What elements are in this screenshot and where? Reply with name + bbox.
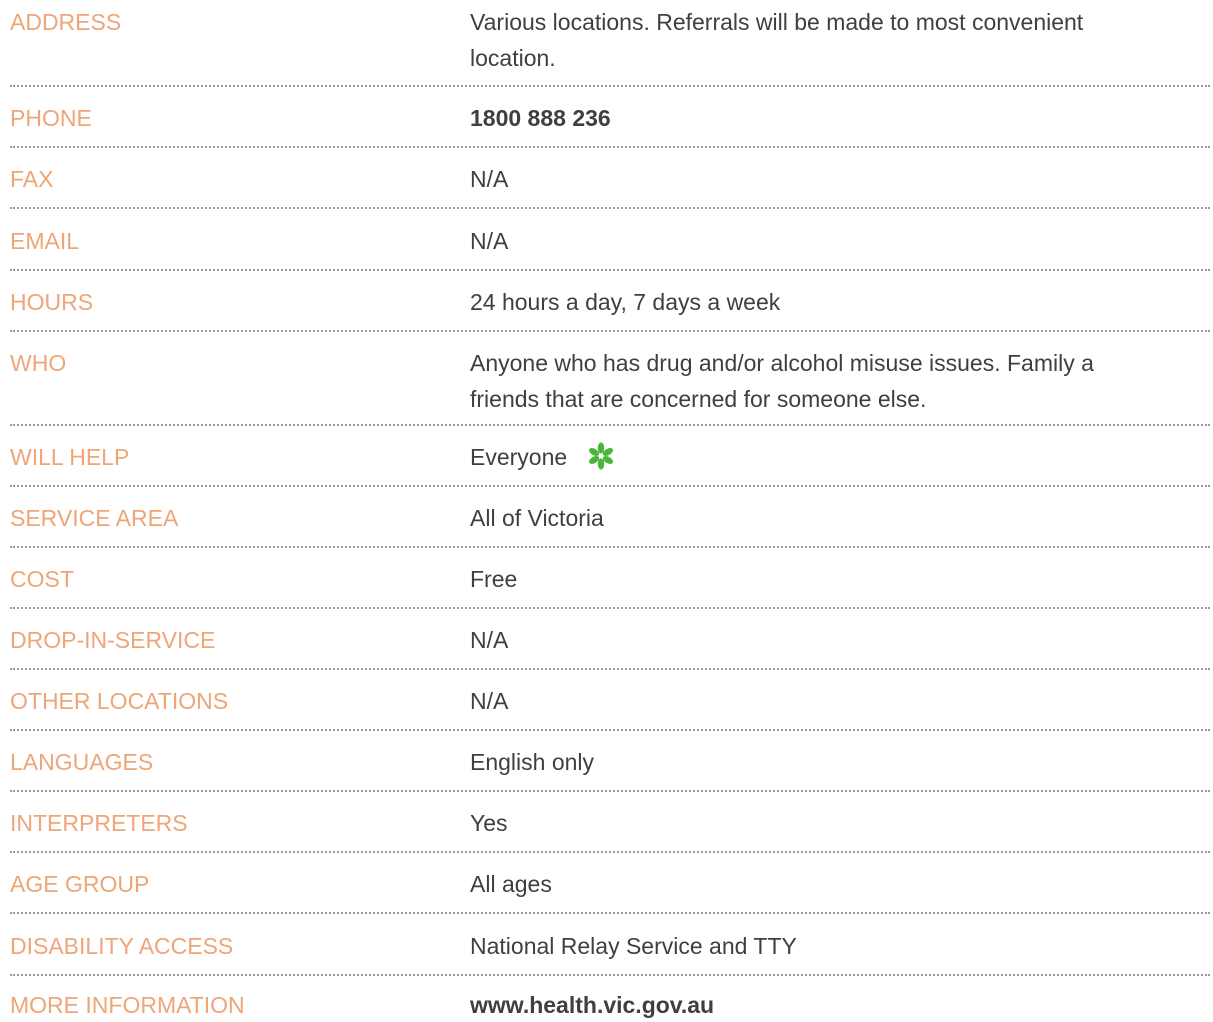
divider <box>10 485 1210 487</box>
divider <box>10 330 1210 332</box>
divider <box>10 269 1210 271</box>
divider <box>10 974 1210 976</box>
website-link[interactable]: www.health.vic.gov.au <box>470 988 1213 1022</box>
label-interpreters: INTERPRETERS <box>10 810 188 836</box>
label-age-group: AGE GROUP <box>10 871 150 897</box>
label-will-help: WILL HELP <box>10 444 130 470</box>
label-email: EMAIL <box>10 228 80 254</box>
label-languages: LANGUAGES <box>10 749 154 775</box>
label-hours: HOURS <box>10 289 94 315</box>
divider <box>10 790 1210 792</box>
service-info-table: ADDRESS Various locations. Referrals wil… <box>0 0 1213 1018</box>
value-will-help: Everyone <box>470 440 1213 474</box>
label-cost: COST <box>10 566 74 592</box>
value-address: Various locations. Referrals will be mad… <box>470 9 1084 35</box>
divider <box>10 85 1210 87</box>
value-drop-in-service: N/A <box>470 627 509 653</box>
divider <box>10 424 1210 426</box>
label-phone: PHONE <box>10 105 92 131</box>
value-who-line2: friends that are concerned for someone e… <box>470 386 927 412</box>
label-service-area: SERVICE AREA <box>10 505 179 531</box>
label-more-information: MORE INFORMATION <box>10 992 245 1018</box>
divider <box>10 851 1210 853</box>
label-drop-in-service: DROP-IN-SERVICE <box>10 627 216 653</box>
value-age-group: All ages <box>470 871 552 897</box>
value-interpreters: Yes <box>470 810 508 836</box>
label-disability-access: DISABILITY ACCESS <box>10 933 234 959</box>
value-email: N/A <box>470 228 509 254</box>
label-address: ADDRESS <box>10 9 122 35</box>
divider <box>10 207 1210 209</box>
value-languages: English only <box>470 749 595 775</box>
divider <box>10 607 1210 609</box>
divider <box>10 546 1210 548</box>
value-address-line2: location. <box>470 45 556 71</box>
label-fax: FAX <box>10 166 54 192</box>
value-disability-access: National Relay Service and TTY <box>470 933 797 959</box>
value-who: Anyone who has drug and/or alcohol misus… <box>470 350 1094 376</box>
flower-icon <box>589 442 614 470</box>
value-phone: 1800 888 236 <box>470 105 611 131</box>
value-cost: Free <box>470 566 518 592</box>
divider <box>10 729 1210 731</box>
divider <box>10 912 1210 914</box>
label-who: WHO <box>10 350 67 376</box>
value-will-help-text: Everyone <box>470 444 568 470</box>
value-service-area: All of Victoria <box>470 505 604 531</box>
value-other-locations: N/A <box>470 688 509 714</box>
value-fax: N/A <box>470 166 509 192</box>
value-hours: 24 hours a day, 7 days a week <box>470 289 781 315</box>
divider <box>10 668 1210 670</box>
divider <box>10 146 1210 148</box>
label-other-locations: OTHER LOCATIONS <box>10 688 229 714</box>
